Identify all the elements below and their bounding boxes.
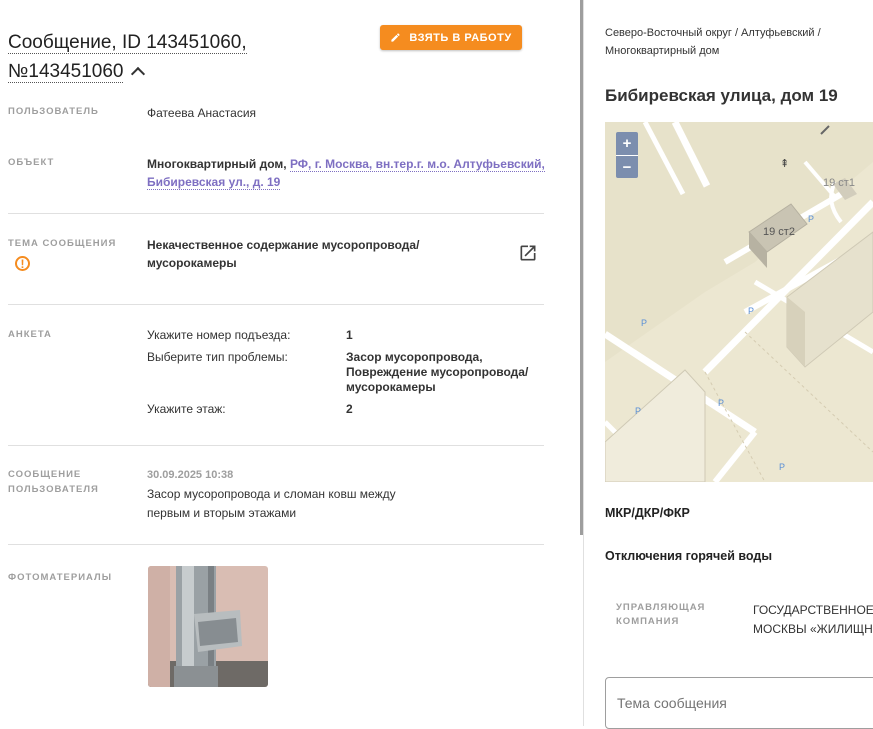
message-text: Засор мусоропровода и сломан ковш между … [147, 485, 396, 523]
topic-label: ТЕМА СООБЩЕНИЯ [8, 238, 117, 249]
zoom-in-button[interactable]: + [616, 132, 638, 155]
survey-answer-line: Засор мусоропровода, [346, 350, 483, 364]
object-value: Многоквартирный дом, РФ, г. Москва, вн.т… [147, 155, 547, 191]
address-title: Бибиревская улица, дом 19 [605, 86, 838, 105]
management-company-value: ГОСУДАРСТВЕННОЕ МОСКВЫ «ЖИЛИЩН [753, 601, 873, 639]
object-label: ОБЪЕКТ [8, 157, 55, 168]
breadcrumb-line: Северо-Восточный округ / Алтуфьевский / [605, 27, 821, 39]
survey-answer-line: Повреждение мусоропровода/ [346, 365, 529, 379]
message-label: СООБЩЕНИЕ ПОЛЬЗОВАТЕЛЯ [8, 467, 99, 497]
map-zoom-control: + − [616, 132, 638, 178]
map[interactable]: 19 ст2 19 ст1 P P P P P P ⇞ + − [605, 122, 873, 482]
parking-icon: P [779, 462, 785, 472]
message-line: Засор мусоропровода и сломан ковш между [147, 487, 396, 501]
divider [8, 304, 544, 305]
photos-label: ФОТОМАТЕРИАЛЫ [8, 572, 113, 583]
parking-icon: P [748, 306, 754, 316]
message-detail-panel: Сообщение, ID 143451060, №143451060 ВЗЯТ… [0, 0, 580, 726]
object-address-link[interactable]: РФ, г. Москва, вн.тер.г. м.о. Алтуфьевск… [289, 157, 545, 172]
object-address-link-2[interactable]: Бибиревская ул., д. 19 [147, 175, 281, 190]
pencil-icon [391, 33, 400, 42]
take-to-work-button[interactable]: ВЗЯТЬ В РАБОТУ [380, 25, 522, 50]
message-date: 30.09.2025 10:38 [147, 469, 234, 481]
topic-line-1: Некачественное содержание мусоропровода/ [147, 238, 420, 252]
open-external-icon[interactable] [518, 243, 538, 263]
photo-thumbnail[interactable] [148, 566, 268, 687]
user-value: Фатеева Анастасия [147, 106, 257, 120]
parking-icon: P [808, 214, 814, 224]
divider [8, 445, 544, 446]
survey-answer: 2 [346, 402, 353, 416]
map-building-label: 19 ст1 [823, 177, 855, 189]
message-label-line: СООБЩЕНИЕ [8, 469, 82, 480]
section-repairs[interactable]: МКР/ДКР/ФКР [605, 506, 690, 520]
mgmt-label-line: КОМПАНИЯ [616, 616, 680, 627]
breadcrumb: Северо-Восточный округ / Алтуфьевский / … [605, 24, 865, 60]
divider [8, 544, 544, 545]
chevron-up-icon[interactable] [131, 66, 146, 82]
title-line-1: Сообщение, ID 143451060, [8, 32, 247, 54]
take-to-work-label: ВЗЯТЬ В РАБОТУ [409, 31, 512, 44]
topic-input[interactable]: Тема сообщения [605, 677, 873, 729]
survey-answer: Засор мусоропровода, Повреждение мусороп… [346, 350, 528, 395]
topic-value: Некачественное содержание мусоропровода/… [147, 236, 419, 272]
title-line-2: №143451060 [8, 61, 124, 83]
survey-label: АНКЕТА [8, 329, 52, 340]
survey-question: Укажите номер подъезда: [147, 328, 291, 342]
parking-icon: P [718, 398, 724, 408]
message-line: первым и вторым этажами [147, 506, 297, 520]
panel-divider [583, 0, 584, 726]
mgmt-label-line: УПРАВЛЯЮЩАЯ [616, 602, 706, 613]
map-canvas: 19 ст2 19 ст1 P P P P P P ⇞ [605, 122, 873, 482]
survey-question: Выберите тип проблемы: [147, 350, 288, 364]
map-building-label: 19 ст2 [763, 226, 795, 238]
topic-input-placeholder: Тема сообщения [617, 695, 727, 711]
divider [8, 213, 544, 214]
parking-icon: P [641, 318, 647, 328]
breadcrumb-line: Многоквартирный дом [605, 45, 720, 57]
mgmt-value-line: ГОСУДАРСТВЕННОЕ [753, 603, 873, 617]
user-label: ПОЛЬЗОВАТЕЛЬ [8, 106, 99, 117]
warning-icon: ! [15, 256, 30, 271]
object-type: Многоквартирный дом, [147, 157, 287, 171]
section-hot-water[interactable]: Отключения горячей воды [605, 549, 772, 563]
management-company-label: УПРАВЛЯЮЩАЯ КОМПАНИЯ [616, 601, 705, 629]
zoom-out-button[interactable]: − [616, 156, 638, 179]
parking-icon: P [635, 406, 641, 416]
message-label-line: ПОЛЬЗОВАТЕЛЯ [8, 484, 99, 495]
entrance-icon: ⇞ [780, 158, 789, 170]
topic-line-2: мусорокамеры [147, 256, 237, 270]
survey-answer-line: мусорокамеры [346, 380, 436, 394]
garbage-chute-photo [148, 566, 268, 687]
mgmt-value-line: МОСКВЫ «ЖИЛИЩН [753, 622, 873, 636]
survey-answer: 1 [346, 328, 353, 342]
page-title: Сообщение, ID 143451060, №143451060 [8, 28, 348, 86]
survey-question: Укажите этаж: [147, 402, 226, 416]
